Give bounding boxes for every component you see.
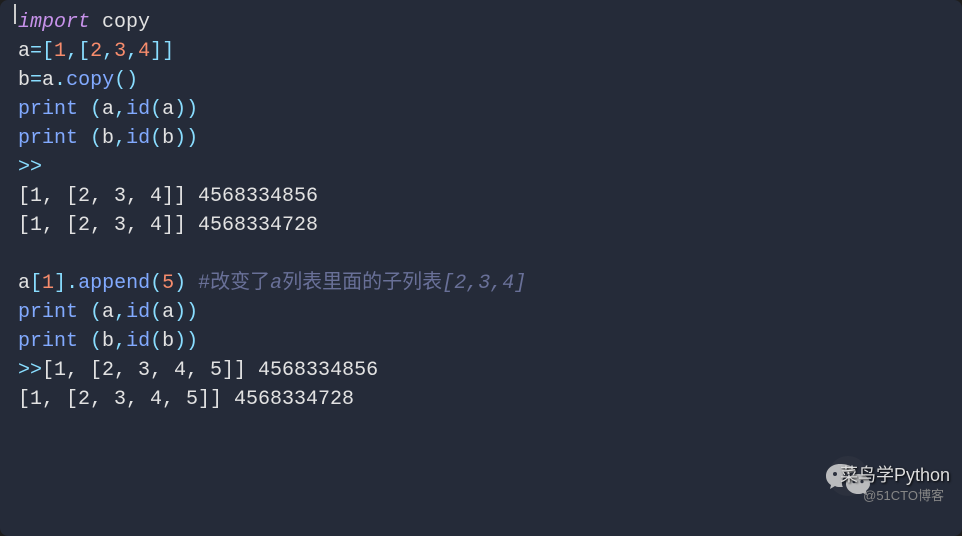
code-line-4: print (a,id(a)) [18, 95, 944, 124]
output-line-3: >>[1, [2, 3, 4, 5]] 4568334856 [18, 356, 944, 385]
code-editor[interactable]: import copy a=[1,[2,3,4]] b=a.copy() pri… [0, 0, 962, 536]
watermark-label: 菜鸟学Python [840, 462, 950, 488]
comment: #改变了a列表里面的子列表[2,3,4] [198, 272, 526, 295]
code-line-12: print (b,id(b)) [18, 327, 944, 356]
code-line-1: import copy [18, 8, 944, 37]
keyword-import: import [18, 11, 90, 34]
code-line-10: a[1].append(5) #改变了a列表里面的子列表[2,3,4] [18, 269, 944, 298]
code-line-2: a=[1,[2,3,4]] [18, 37, 944, 66]
watermark-sublabel: @51CTO博客 [863, 487, 944, 506]
repl-prompt: >> [18, 153, 944, 182]
code-line-3: b=a.copy() [18, 66, 944, 95]
output-line-2: [1, [2, 3, 4]] 4568334728 [18, 211, 944, 240]
code-line-5: print (b,id(b)) [18, 124, 944, 153]
text-cursor [14, 4, 16, 24]
output-line-4: [1, [2, 3, 4, 5]] 4568334728 [18, 385, 944, 414]
code-line-11: print (a,id(a)) [18, 298, 944, 327]
module-name: copy [102, 11, 150, 34]
blank-line [18, 240, 944, 269]
output-line-1: [1, [2, 3, 4]] 4568334856 [18, 182, 944, 211]
